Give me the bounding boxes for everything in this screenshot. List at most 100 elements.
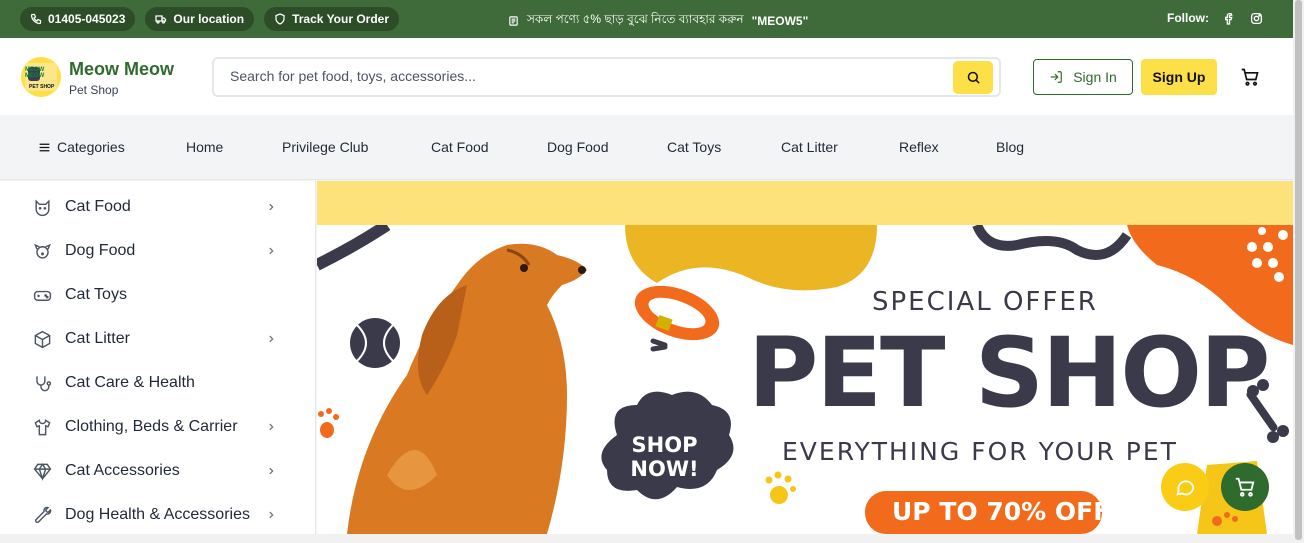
chevron-right-icon [269, 247, 274, 255]
nav-privilege-club[interactable]: Privilege Club [282, 139, 368, 155]
vertical-scrollbar-thumb[interactable] [1295, 0, 1302, 540]
chevron-right-icon [269, 511, 274, 519]
sign-up-label: Sign Up [1152, 69, 1206, 85]
categories-label: Categories [57, 139, 125, 155]
instagram-icon[interactable] [1250, 12, 1263, 25]
sign-up-button[interactable]: Sign Up [1141, 59, 1217, 95]
phone-pill[interactable]: 01405-045023 [20, 7, 136, 31]
chevron-right-icon [269, 423, 274, 431]
promo-text: সকল পণ্যে ৫% ছাড় বুঝে নিতে ব্যাবহার করু… [527, 12, 744, 26]
chat-icon [1176, 480, 1195, 496]
hero-banner[interactable]: SPECIAL OFFER PET SHOP EVERYTHING FOR YO… [317, 181, 1293, 534]
sign-in-label: Sign In [1073, 69, 1117, 85]
box-icon [34, 330, 51, 348]
banner-special-offer: SPECIAL OFFER [872, 287, 1098, 317]
location-label: Our location [173, 12, 245, 26]
chevron-right-icon [269, 467, 274, 475]
phone-icon [30, 13, 42, 25]
floating-cart-button[interactable] [1221, 463, 1269, 511]
logo-sub: PET SHOP [29, 84, 55, 90]
dog-illustration [347, 243, 587, 534]
decor-collar [634, 285, 720, 352]
horizontal-scrollbar-track[interactable] [0, 534, 1293, 543]
sidebar-item-label: Cat Accessories [65, 462, 180, 479]
shirt-icon [34, 418, 51, 435]
brand-subtitle: Pet Shop [69, 83, 119, 97]
cart-icon[interactable] [1240, 67, 1260, 87]
nav-cat-food[interactable]: Cat Food [431, 139, 489, 155]
dog-face-icon [34, 243, 51, 259]
main-nav: Categories Home Privilege Club Cat Food … [0, 115, 1293, 180]
categories-toggle[interactable]: Categories [38, 139, 125, 155]
wrench-icon [34, 506, 52, 523]
nav-blog[interactable]: Blog [996, 139, 1024, 155]
sidebar-item-label: Cat Toys [65, 286, 127, 303]
logo-text: MEOW MEOW [25, 67, 45, 79]
sidebar-item-dog-health[interactable]: Dog Health & Accessories [0, 493, 316, 537]
cat-face-icon [35, 198, 50, 216]
banner-title: PET SHOP [748, 317, 1270, 429]
sidebar-item-cat-accessories[interactable]: Cat Accessories [0, 449, 316, 493]
track-order-label: Track Your Order [292, 12, 390, 26]
gift-icon [509, 16, 518, 26]
nav-cat-litter[interactable]: Cat Litter [781, 139, 838, 155]
sidebar-item-cat-litter[interactable]: Cat Litter [0, 317, 316, 361]
gamepad-icon [33, 290, 52, 301]
sidebar-item-label: Clothing, Beds & Carrier [65, 418, 238, 435]
decor-paw-left [318, 408, 339, 438]
follow-label: Follow: [1167, 11, 1209, 25]
phone-number: 01405-045023 [48, 12, 126, 26]
sidebar-item-label: Dog Health & Accessories [65, 506, 250, 523]
stethoscope-icon [36, 375, 52, 391]
sidebar-item-clothing[interactable]: Clothing, Beds & Carrier [0, 405, 316, 449]
decor-yellow-blob [625, 225, 877, 291]
decor-paw-yellow [765, 471, 796, 504]
banner-subtitle: EVERYTHING FOR YOUR PET [782, 437, 1178, 466]
nav-cat-toys[interactable]: Cat Toys [667, 139, 721, 155]
shop-now-line1: SHOP [631, 433, 698, 457]
chat-button[interactable] [1161, 463, 1209, 511]
banner-offer-text[interactable]: UP TO 70% OFF [892, 497, 1110, 526]
sidebar-item-cat-toys[interactable]: Cat Toys [0, 273, 316, 317]
decor-squiggle [972, 225, 1132, 260]
sidebar-item-label: Cat Litter [65, 330, 130, 347]
cart-icon [1235, 477, 1255, 497]
brand-name[interactable]: Meow Meow [69, 59, 174, 80]
sidebar-item-label: Cat Food [65, 198, 131, 215]
nav-home[interactable]: Home [186, 139, 223, 155]
nav-dog-food[interactable]: Dog Food [547, 139, 608, 155]
follow-section: Follow: [1167, 11, 1263, 25]
truck-icon [155, 15, 167, 24]
decor-arc [317, 225, 391, 271]
search-button[interactable] [953, 61, 993, 94]
category-sidebar: Cat Food Dog Food Cat Toys Cat Litter Ca… [0, 181, 316, 534]
brand-logo[interactable]: MEOW MEOW PET SHOP [21, 57, 61, 97]
shield-icon [275, 13, 285, 25]
sidebar-item-label: Dog Food [65, 242, 136, 259]
search-icon [967, 71, 980, 84]
location-pill[interactable]: Our location [145, 7, 255, 31]
top-bar: 01405-045023 Our location Track Your Ord… [0, 0, 1293, 38]
chevron-right-icon [269, 203, 274, 211]
login-icon [1050, 71, 1063, 83]
sign-in-button[interactable]: Sign In [1033, 59, 1133, 95]
shop-now-text[interactable]: SHOP NOW! [627, 433, 702, 481]
sidebar-item-cat-food[interactable]: Cat Food [0, 185, 316, 229]
nav-reflex[interactable]: Reflex [899, 139, 939, 155]
sidebar-item-dog-food[interactable]: Dog Food [0, 229, 316, 273]
sidebar-item-label: Cat Care & Health [65, 374, 195, 391]
menu-icon [39, 143, 50, 151]
promo-code: "MEOW5" [751, 14, 809, 28]
track-order-pill[interactable]: Track Your Order [264, 7, 400, 31]
search-bar [212, 57, 1001, 97]
header: MEOW MEOW PET SHOP Meow Meow Pet Shop Si… [0, 38, 1293, 115]
logo-art: MEOW MEOW PET SHOP [25, 63, 57, 91]
chevron-right-icon [269, 335, 274, 343]
promo-banner: সকল পণ্যে ৫% ছাড় বুঝে নিতে ব্যাবহার করু… [508, 11, 808, 31]
banner-top-strip [317, 181, 1293, 225]
search-input[interactable] [230, 68, 950, 84]
sidebar-item-cat-care[interactable]: Cat Care & Health [0, 361, 316, 405]
gem-icon [33, 462, 52, 481]
shop-now-line2: NOW! [630, 457, 699, 481]
facebook-icon[interactable] [1223, 12, 1236, 25]
